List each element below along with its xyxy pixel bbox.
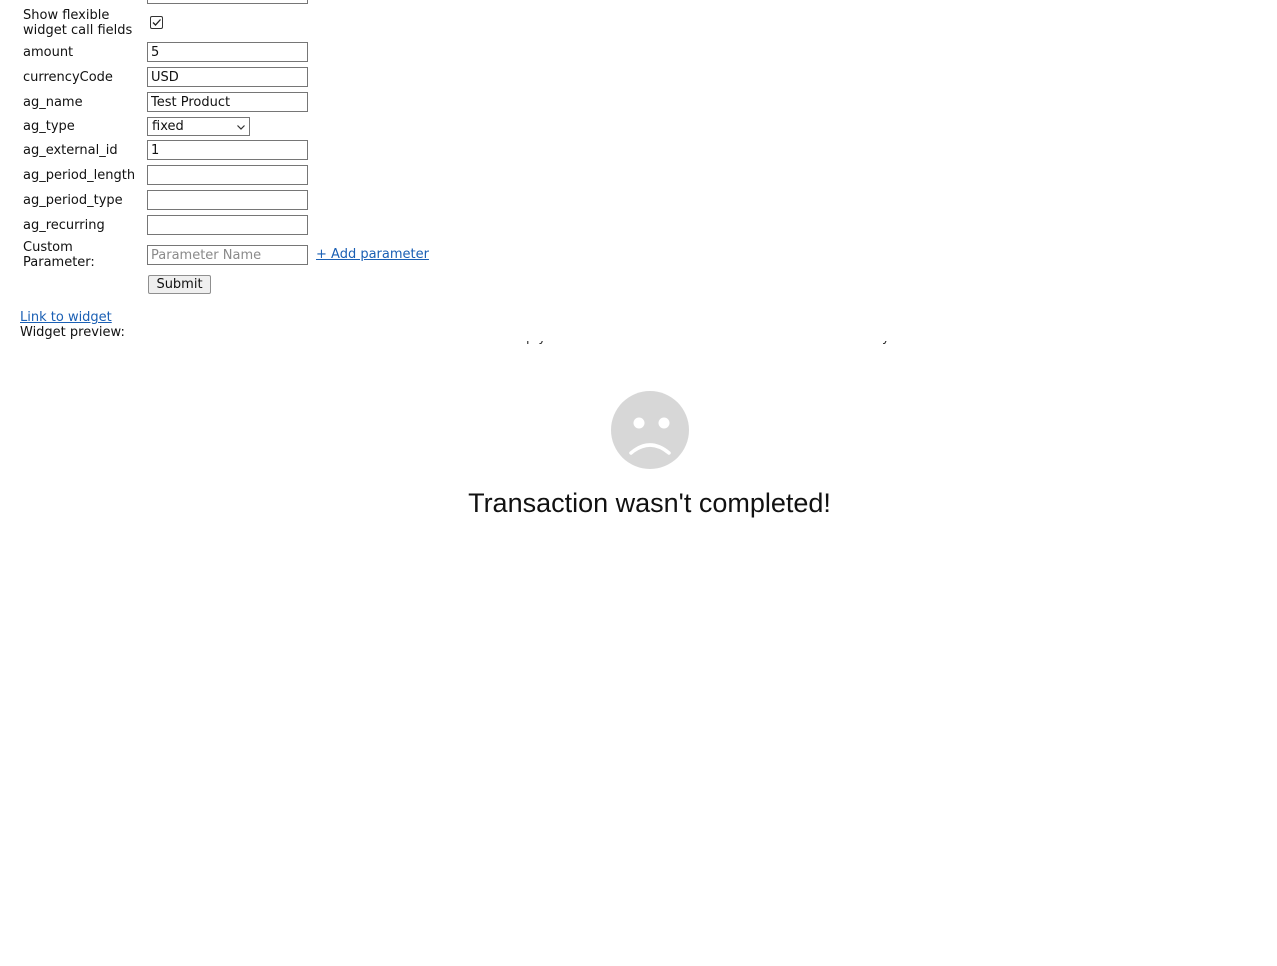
ag-name-label: ag_name bbox=[23, 95, 83, 110]
ag-type-select[interactable]: fixed bbox=[147, 117, 250, 136]
currency-code-input[interactable] bbox=[147, 67, 308, 87]
check-icon bbox=[152, 19, 161, 26]
cut-off-text-fragment: p y bbox=[526, 341, 546, 344]
widget-preview-label: Widget preview: bbox=[20, 325, 125, 340]
ag-period-type-input[interactable] bbox=[147, 190, 308, 210]
chevron-down-icon bbox=[237, 125, 245, 130]
show-flexible-checkbox[interactable] bbox=[150, 16, 163, 29]
ag-external-id-label: ag_external_id bbox=[23, 143, 118, 158]
ag-name-input[interactable] bbox=[147, 92, 308, 112]
ag-type-label: ag_type bbox=[23, 119, 75, 134]
ag-recurring-label: ag_recurring bbox=[23, 218, 105, 233]
sad-face-icon bbox=[611, 391, 689, 469]
cut-off-input[interactable] bbox=[147, 0, 308, 4]
ag-recurring-input[interactable] bbox=[147, 215, 308, 235]
ag-period-length-label: ag_period_length bbox=[23, 168, 136, 183]
widget-preview-frame: p y y Transaction wasn't completed! bbox=[20, 341, 1277, 966]
link-to-widget[interactable]: Link to widget bbox=[20, 310, 112, 325]
custom-parameter-name-input[interactable] bbox=[147, 245, 308, 265]
ag-type-selected-value: fixed bbox=[152, 119, 184, 134]
ag-period-type-label: ag_period_type bbox=[23, 193, 123, 208]
amount-input[interactable] bbox=[147, 42, 308, 62]
ag-period-length-input[interactable] bbox=[147, 165, 308, 185]
add-parameter-link[interactable]: + Add parameter bbox=[316, 247, 429, 262]
submit-button[interactable]: Submit bbox=[148, 275, 211, 294]
transaction-status-message: Transaction wasn't completed! bbox=[468, 488, 831, 518]
custom-parameter-label: Custom Parameter: bbox=[23, 240, 95, 270]
currency-code-label: currencyCode bbox=[23, 70, 113, 85]
cut-off-text-fragment: y bbox=[882, 341, 890, 344]
ag-external-id-input[interactable] bbox=[147, 140, 308, 160]
amount-label: amount bbox=[23, 45, 74, 60]
show-flexible-label: Show flexible widget call fields bbox=[23, 8, 133, 38]
